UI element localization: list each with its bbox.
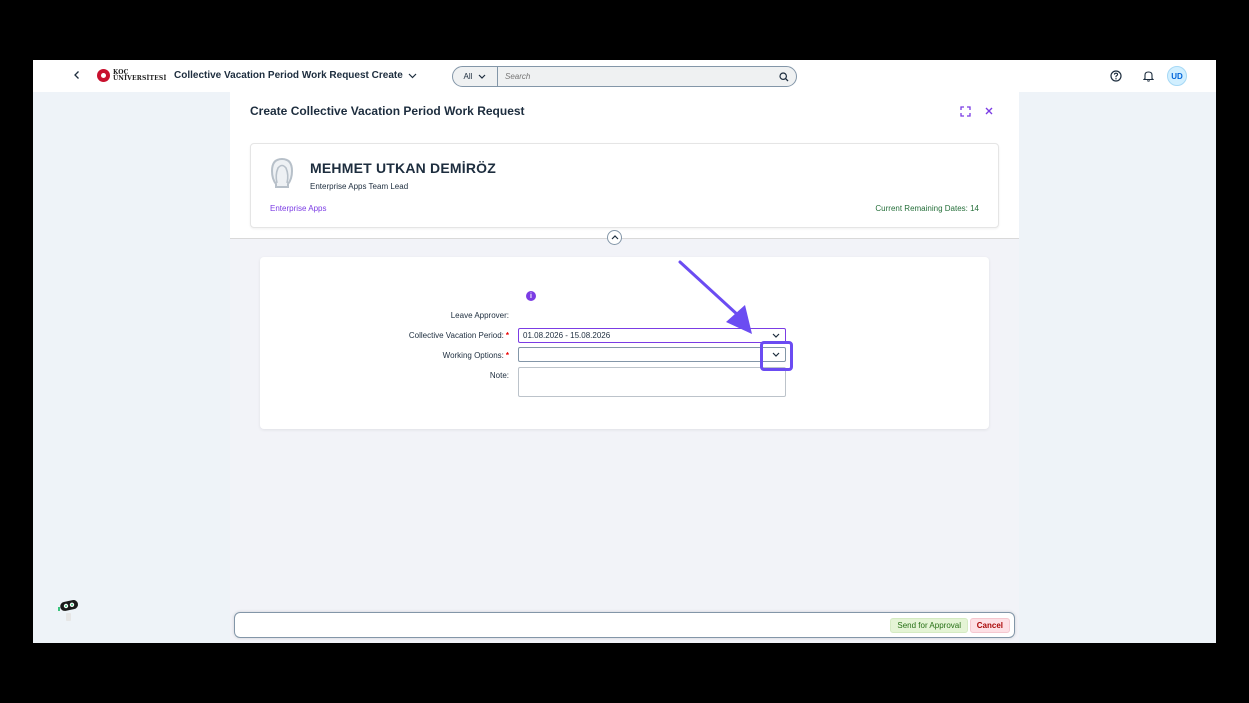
period-label: Collective Vacation Period: * <box>409 331 509 340</box>
collapse-header-button[interactable] <box>607 230 622 245</box>
chevron-down-icon[interactable] <box>767 329 785 342</box>
department-link[interactable]: Enterprise Apps <box>270 204 326 213</box>
send-for-approval-button[interactable]: Send for Approval <box>890 618 968 633</box>
back-icon[interactable] <box>69 68 85 84</box>
logo-line-2: ÜNİVERSİTESİ <box>113 74 167 82</box>
info-icon[interactable]: i <box>526 291 536 301</box>
working-options-label: Working Options: * <box>443 351 509 360</box>
period-label-text: Collective Vacation Period: <box>408 331 504 340</box>
leave-approver-label-text: Leave Approver: <box>450 311 509 320</box>
employee-profile-card: MEHMET UTKAN DEMİRÖZ Enterprise Apps Tea… <box>250 143 999 228</box>
fullscreen-icon[interactable] <box>958 104 972 118</box>
app-title-menu[interactable]: Collective Vacation Period Work Request … <box>174 70 417 81</box>
search-scope-select[interactable]: All <box>453 67 498 86</box>
search-bar: All <box>452 66 797 87</box>
dialog-title: Create Collective Vacation Period Work R… <box>250 104 525 118</box>
note-textarea[interactable] <box>518 367 786 397</box>
cancel-button[interactable]: Cancel <box>969 618 1010 633</box>
chevron-down-icon[interactable] <box>767 348 785 361</box>
search-icon[interactable] <box>772 67 796 86</box>
assistant-bot-icon[interactable] <box>57 598 81 624</box>
person-placeholder-icon <box>269 157 295 189</box>
dialog-footer: Send for Approval Cancel <box>234 612 1015 638</box>
create-request-dialog: Create Collective Vacation Period Work R… <box>230 92 1019 643</box>
working-options-select[interactable] <box>518 347 786 362</box>
app-title: Collective Vacation Period Work Request … <box>174 70 403 81</box>
university-logo: KOÇ ÜNİVERSİTESİ <box>97 69 166 82</box>
required-marker: * <box>505 351 509 360</box>
help-icon[interactable] <box>1108 68 1124 84</box>
request-form: i Leave Approver: Collective Vacation Pe… <box>260 257 989 429</box>
dialog-header: Create Collective Vacation Period Work R… <box>230 92 1019 239</box>
note-label: Note: <box>490 371 509 380</box>
period-value: 01.08.2026 - 15.08.2026 <box>523 331 611 340</box>
period-select[interactable]: 01.08.2026 - 15.08.2026 <box>518 328 786 343</box>
required-marker: * <box>505 331 509 340</box>
app-screen: KOÇ ÜNİVERSİTESİ Collective Vacation Per… <box>33 60 1216 643</box>
working-options-label-text: Working Options: <box>442 351 504 360</box>
employee-name: MEHMET UTKAN DEMİRÖZ <box>310 160 496 176</box>
remaining-dates: Current Remaining Dates: 14 <box>875 204 979 213</box>
close-icon[interactable] <box>982 104 996 118</box>
search-scope-value: All <box>463 72 473 81</box>
chevron-down-icon <box>408 71 417 81</box>
note-label-text: Note: <box>489 371 509 380</box>
leave-approver-label: Leave Approver: <box>451 311 509 320</box>
logo-mark-icon <box>97 69 110 82</box>
bell-icon[interactable] <box>1140 68 1156 84</box>
shell-bar: KOÇ ÜNİVERSİTESİ Collective Vacation Per… <box>33 60 1216 92</box>
user-avatar[interactable]: UD <box>1167 66 1187 86</box>
search-input[interactable] <box>498 67 772 86</box>
chevron-down-icon <box>478 72 486 81</box>
chevron-up-icon <box>611 235 619 240</box>
employee-role: Enterprise Apps Team Lead <box>310 182 409 191</box>
